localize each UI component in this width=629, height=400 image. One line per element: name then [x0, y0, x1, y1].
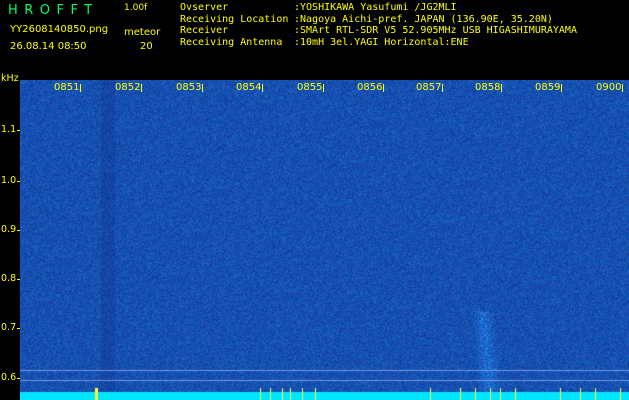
- x-tick-label-0900: 0900: [596, 82, 622, 93]
- y-tick-0-7: [17, 328, 20, 329]
- x-tick-0853: [202, 84, 203, 92]
- x-tick-0858: [501, 84, 502, 92]
- info-labels-column: Ovserver Receiving Location Receiver Rec…: [180, 2, 288, 48]
- y-tick-label-0-7: 0.7: [1, 322, 17, 333]
- x-tick-label-0851: 0851: [54, 82, 80, 93]
- y-tick-1-0: [17, 181, 20, 182]
- y-tick-label-1-0: 1.0: [1, 175, 17, 186]
- x-tick-label-0858: 0858: [475, 82, 501, 93]
- x-tick-label-0857: 0857: [416, 82, 442, 93]
- x-tick-label-0856: 0856: [357, 82, 383, 93]
- x-tick-0855: [323, 84, 324, 92]
- info-label-observer: Ovserver: [180, 2, 229, 13]
- x-tick-0856: [383, 84, 384, 92]
- app-version: 1.00f: [124, 3, 148, 13]
- spectrogram-canvas: [20, 80, 629, 400]
- y-tick-0-6: [17, 378, 20, 379]
- x-tick-label-0852: 0852: [115, 82, 141, 93]
- info-value-location: :Nagoya Aichi-pref. JAPAN (136.90E, 35.2…: [294, 13, 553, 25]
- x-tick-label-0853: 0853: [176, 82, 202, 93]
- header-panel: HROFFT 1.00f YY2608140850.png meteor 26.…: [0, 0, 629, 80]
- capture-datetime: 26.08.14 08:50: [10, 41, 87, 52]
- info-value-receiver: :SMArt RTL-SDR V5 52.905MHz USB HIGASHIM…: [294, 25, 577, 36]
- info-value-observer: :YOSHIKAWA Yasufumi /JG2MLI: [294, 2, 457, 13]
- y-tick-label-0-6: 0.6: [1, 372, 17, 383]
- y-axis-unit: kHz: [1, 73, 19, 84]
- info-label-location: Receiving Location: [180, 13, 289, 25]
- y-tick-label-0-8: 0.8: [1, 273, 17, 284]
- info-values-column: :YOSHIKAWA Yasufumi /JG2MLI :Nagoya Aich…: [294, 2, 577, 48]
- x-tick-0852: [141, 84, 142, 92]
- meteor-label: meteor: [124, 27, 161, 38]
- y-tick-1-1: [17, 130, 20, 131]
- y-tick-0-9: [17, 230, 20, 231]
- x-tick-0854: [262, 84, 263, 92]
- spectrogram-plot: [20, 80, 629, 400]
- x-tick-0859: [561, 84, 562, 92]
- x-tick-0851: [80, 84, 81, 92]
- info-label-antenna: Receiving Antenna: [180, 36, 283, 48]
- meteor-count: 20: [140, 41, 153, 52]
- y-tick-label-1-1: 1.1: [1, 124, 17, 135]
- y-tick-0-8: [17, 279, 20, 280]
- info-label-receiver: Receiver: [180, 25, 229, 36]
- x-tick-0857: [442, 84, 443, 92]
- image-filename: YY2608140850.png: [10, 24, 109, 35]
- x-tick-0900: [622, 84, 623, 92]
- y-tick-label-0-9: 0.9: [1, 224, 17, 235]
- x-tick-label-0859: 0859: [535, 82, 561, 93]
- x-tick-label-0855: 0855: [297, 82, 323, 93]
- x-tick-label-0854: 0854: [236, 82, 262, 93]
- app-logo: HROFFT: [8, 3, 99, 18]
- info-value-antenna: :10mH 3el.YAGI Horizontal:ENE: [294, 36, 469, 48]
